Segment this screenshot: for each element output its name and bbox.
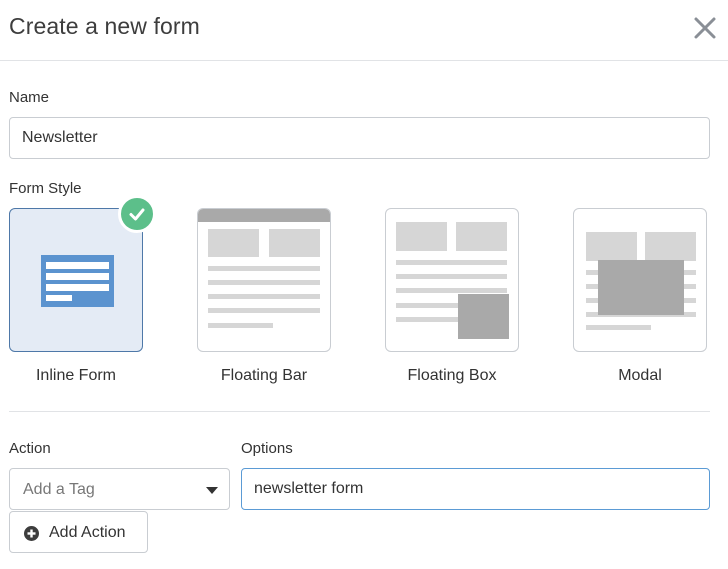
dialog-header: Create a new form: [0, 0, 728, 61]
style-label-inline-form: Inline Form: [35, 367, 117, 384]
style-card-floating-bar[interactable]: [197, 208, 331, 352]
selected-check-icon: [118, 195, 156, 233]
add-action-label: Add Action: [49, 524, 126, 541]
style-label-modal: Modal: [618, 367, 662, 384]
name-label: Name: [9, 89, 50, 106]
style-card-floating-box[interactable]: [385, 208, 519, 352]
style-card-inline-form[interactable]: [9, 208, 143, 352]
style-card-modal[interactable]: [573, 208, 707, 352]
options-input[interactable]: [241, 468, 710, 510]
name-input[interactable]: [9, 117, 710, 159]
dialog-title: Create a new form: [9, 13, 200, 39]
floating-bar-icon: [198, 209, 330, 328]
plus-circle-icon: [24, 526, 39, 541]
action-select[interactable]: Add a Tag: [9, 468, 230, 510]
form-style-label: Form Style: [9, 180, 82, 197]
caret-down-icon: [206, 487, 218, 494]
action-label: Action: [9, 440, 51, 457]
options-label: Options: [241, 440, 293, 457]
floating-box-icon: [396, 222, 509, 339]
section-divider: [9, 411, 710, 412]
modal-icon: [586, 232, 696, 330]
style-label-floating-box: Floating Box: [407, 367, 497, 384]
style-label-floating-bar: Floating Bar: [220, 367, 308, 384]
inline-form-icon: [41, 255, 114, 307]
close-icon[interactable]: [692, 15, 718, 41]
add-action-button[interactable]: Add Action: [9, 511, 148, 553]
action-select-value: Add a Tag: [23, 481, 95, 498]
